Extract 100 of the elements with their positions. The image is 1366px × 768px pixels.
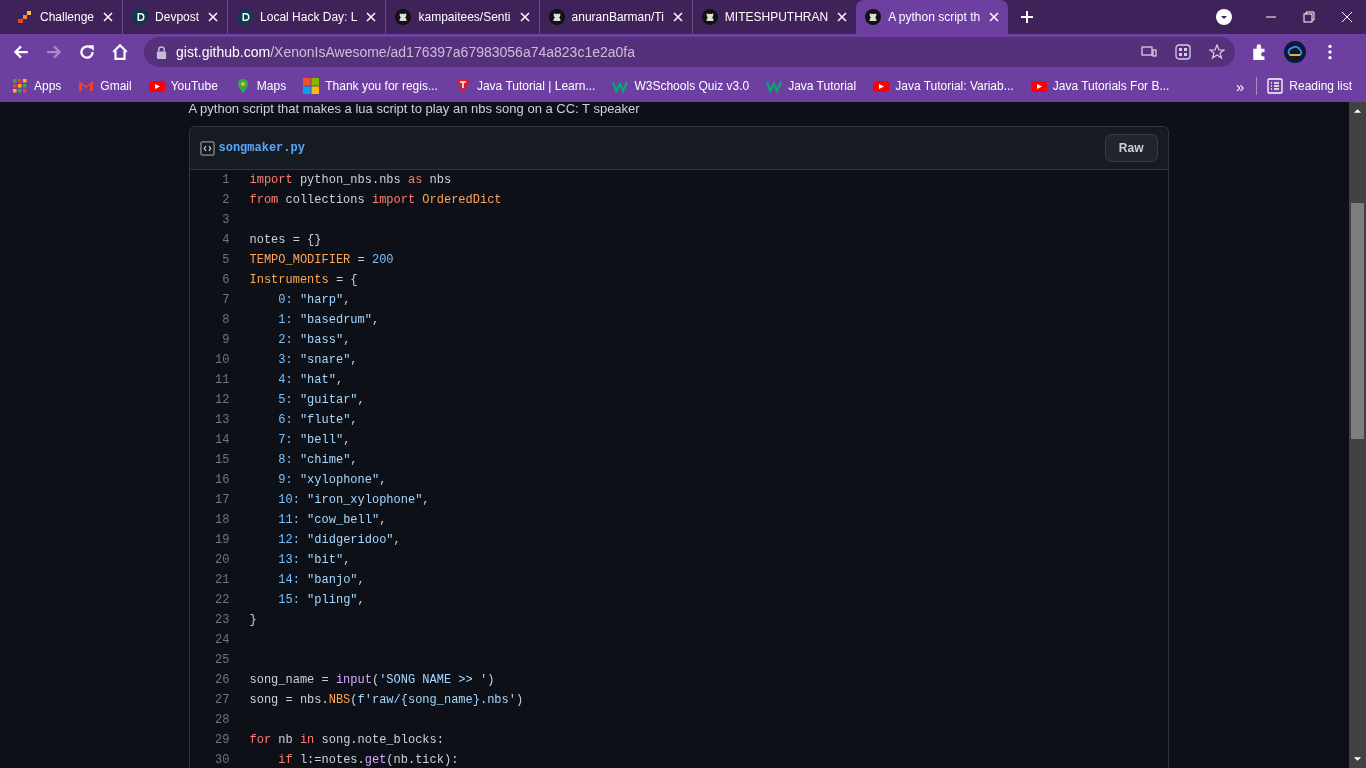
code-line: if l:=notes.get(nb.tick): <box>277 753 459 767</box>
star-icon[interactable] <box>1209 44 1225 60</box>
home-icon[interactable] <box>111 43 129 61</box>
pixel-logo-icon <box>17 9 33 25</box>
file-name-link[interactable]: songmaker.py <box>218 141 305 155</box>
scrollbar[interactable] <box>1349 102 1366 768</box>
letter-d-logo-icon <box>237 9 254 25</box>
triangle-t-icon <box>454 78 471 94</box>
github-cat-icon <box>548 9 565 25</box>
line-number: 3 <box>221 213 230 227</box>
play-icon <box>1030 78 1047 94</box>
code-line: 10: "iron_xylophone", <box>277 493 430 507</box>
close-tab-icon[interactable] <box>101 10 116 24</box>
cast-device-icon[interactable] <box>1141 44 1157 60</box>
bookmark[interactable]: YouTube <box>148 78 218 94</box>
tab-search-icon[interactable] <box>1216 9 1232 25</box>
letter-d-logo-icon <box>132 9 149 25</box>
reload-icon[interactable] <box>78 43 96 61</box>
bookmark[interactable]: Apps <box>12 78 62 94</box>
back-icon[interactable] <box>12 43 30 61</box>
line-number: 24 <box>214 633 230 647</box>
play-icon <box>148 78 165 94</box>
more-bookmarks-button[interactable]: » <box>1235 77 1245 95</box>
code-line: 14: "banjo", <box>277 573 365 587</box>
line-number: 13 <box>214 413 230 427</box>
line-number: 26 <box>214 673 230 687</box>
line-number: 1 <box>221 173 230 187</box>
bookmark[interactable]: Gmail <box>78 78 132 94</box>
code-line: 4: "hat", <box>277 373 344 387</box>
line-number: 29 <box>214 733 230 747</box>
code-line: 6: "flute", <box>277 413 358 427</box>
scroll-down-icon[interactable] <box>1353 756 1362 762</box>
code-line: 11: "cow_bell", <box>277 513 387 527</box>
bookmark[interactable]: Java Tutorials For B... <box>1030 78 1170 94</box>
line-number: 27 <box>214 693 230 707</box>
code-line: 0: "harp", <box>277 293 351 307</box>
code-line: from collections import OrderedDict <box>249 193 502 207</box>
code-line: Instruments = { <box>249 273 358 287</box>
line-number: 9 <box>221 333 230 347</box>
line-number: 2 <box>221 193 230 207</box>
code-line: 8: "chime", <box>277 453 358 467</box>
play-icon <box>873 78 890 94</box>
line-number: 22 <box>214 593 230 607</box>
line-number: 10 <box>214 353 230 367</box>
code-line: TEMPO_MODIFIER = 200 <box>249 253 394 267</box>
address-bar[interactable]: gist.github.com/XenonIsAwesome/ad176397a67983056a74a823c1e2a0fa <box>144 37 1235 67</box>
github-cat-icon <box>865 9 882 25</box>
code-line: 2: "bass", <box>277 333 351 347</box>
code-line: 7: "bell", <box>277 433 351 447</box>
lock-icon <box>156 45 167 59</box>
code-line: 3: "snare", <box>277 353 358 367</box>
line-number: 16 <box>214 473 230 487</box>
code-line: 13: "bit", <box>277 553 351 567</box>
close-tab-icon[interactable] <box>206 10 221 24</box>
line-number: 6 <box>221 273 230 287</box>
line-number: 8 <box>221 313 230 327</box>
line-number: 15 <box>214 453 230 467</box>
line-number: 23 <box>214 613 230 627</box>
forward-icon[interactable] <box>45 43 63 61</box>
bookmark[interactable]: Java Tutorial: Variab... <box>873 78 1014 94</box>
line-number: 21 <box>214 573 230 587</box>
code-line: 1: "basedrum", <box>277 313 380 327</box>
scroll-up-icon[interactable] <box>1353 108 1362 114</box>
bookmark[interactable]: Thank you for regis... <box>303 78 438 94</box>
bookmark[interactable]: Maps <box>234 78 287 94</box>
line-number: 28 <box>214 713 230 727</box>
line-number: 7 <box>221 293 230 307</box>
close-tab-icon[interactable] <box>987 10 1002 24</box>
reading-list-button[interactable]: Reading list <box>1267 78 1352 94</box>
line-number: 17 <box>214 493 230 507</box>
raw-button[interactable]: Raw <box>1104 134 1158 162</box>
grid-icon[interactable] <box>1175 44 1191 60</box>
close-tab-icon[interactable] <box>364 10 379 24</box>
close-tab-icon[interactable] <box>835 10 850 24</box>
code-file-icon <box>199 140 215 156</box>
browser-tab[interactable]: MITESHPUTHRAN <box>692 0 857 34</box>
code-line: song = nbs.NBS(f'raw/{song_name}.nbs') <box>249 693 524 707</box>
code-line: } <box>249 613 257 627</box>
code-line: 9: "xylophone", <box>277 473 387 487</box>
line-number: 19 <box>214 533 230 547</box>
browser-tab[interactable]: A python script th <box>856 0 1009 34</box>
scrollbar-thumb[interactable] <box>1351 203 1364 439</box>
new-tab-icon[interactable] <box>1020 10 1035 24</box>
github-cat-icon <box>395 9 412 25</box>
close-tab-icon[interactable] <box>670 10 685 24</box>
bookmark[interactable]: W3Schools Quiz v3.0 <box>612 78 750 94</box>
restore-icon[interactable] <box>1303 11 1315 23</box>
bookmark[interactable]: Java Tutorial | Learn... <box>454 78 596 94</box>
bookmark[interactable]: Java Tutorial <box>766 78 857 94</box>
code-line: 15: "pling", <box>277 593 365 607</box>
close-tab-icon[interactable] <box>517 10 532 24</box>
code-line: 12: "didgeridoo", <box>277 533 401 547</box>
profile-avatar-icon[interactable] <box>1284 41 1306 63</box>
code-line: 5: "guitar", <box>277 393 365 407</box>
line-number: 30 <box>214 753 230 767</box>
line-number: 4 <box>221 233 230 247</box>
line-number: 14 <box>214 433 230 447</box>
apps-grid-icon <box>12 78 28 94</box>
line-number: 20 <box>214 553 230 567</box>
close-window-icon[interactable] <box>1341 11 1353 23</box>
